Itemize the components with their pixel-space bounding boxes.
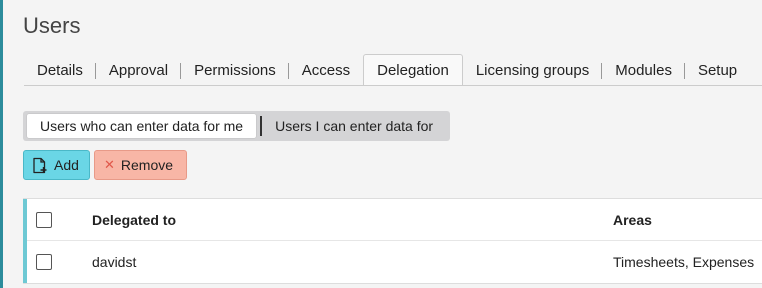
table-header-row: Delegated to Areas	[27, 199, 762, 241]
tab-licensing-groups[interactable]: Licensing groups	[463, 55, 603, 85]
delegation-direction-toggle: Users who can enter data for me Users I …	[23, 111, 450, 141]
delegation-table: Delegated to Areas davidst Timesheets, E…	[23, 198, 762, 284]
remove-button-label: Remove	[120, 157, 174, 173]
add-button[interactable]: Add	[23, 150, 90, 180]
tab-modules[interactable]: Modules	[602, 55, 685, 85]
close-icon: ✕	[104, 157, 115, 172]
add-button-label: Add	[54, 157, 79, 173]
column-header-areas[interactable]: Areas	[613, 212, 652, 228]
remove-button[interactable]: ✕ Remove	[94, 150, 187, 180]
page-title: Users	[23, 13, 81, 38]
tabs-divider	[24, 85, 762, 86]
segment-users-i-can-enter-data-for[interactable]: Users I can enter data for	[262, 114, 446, 138]
table-row[interactable]: davidst Timesheets, Expenses	[27, 241, 762, 282]
select-all-checkbox[interactable]	[36, 211, 52, 228]
tab-permissions[interactable]: Permissions	[181, 55, 289, 85]
tab-approval[interactable]: Approval	[96, 55, 182, 85]
row-checkbox[interactable]	[36, 253, 52, 270]
tab-details[interactable]: Details	[24, 55, 96, 85]
tab-delegation[interactable]: Delegation	[363, 54, 463, 86]
left-accent-bar	[0, 0, 3, 288]
tab-access[interactable]: Access	[289, 55, 363, 85]
add-document-icon	[32, 157, 48, 174]
column-header-delegated-to[interactable]: Delegated to	[92, 212, 176, 228]
segment-users-who-can-enter-data-for-me[interactable]: Users who can enter data for me	[27, 114, 257, 138]
cell-delegated-to: davidst	[92, 253, 137, 270]
tab-setup[interactable]: Setup	[685, 55, 750, 85]
tab-bar: Details Approval Permissions Access Dele…	[24, 54, 750, 86]
cell-areas: Timesheets, Expenses	[613, 253, 755, 270]
